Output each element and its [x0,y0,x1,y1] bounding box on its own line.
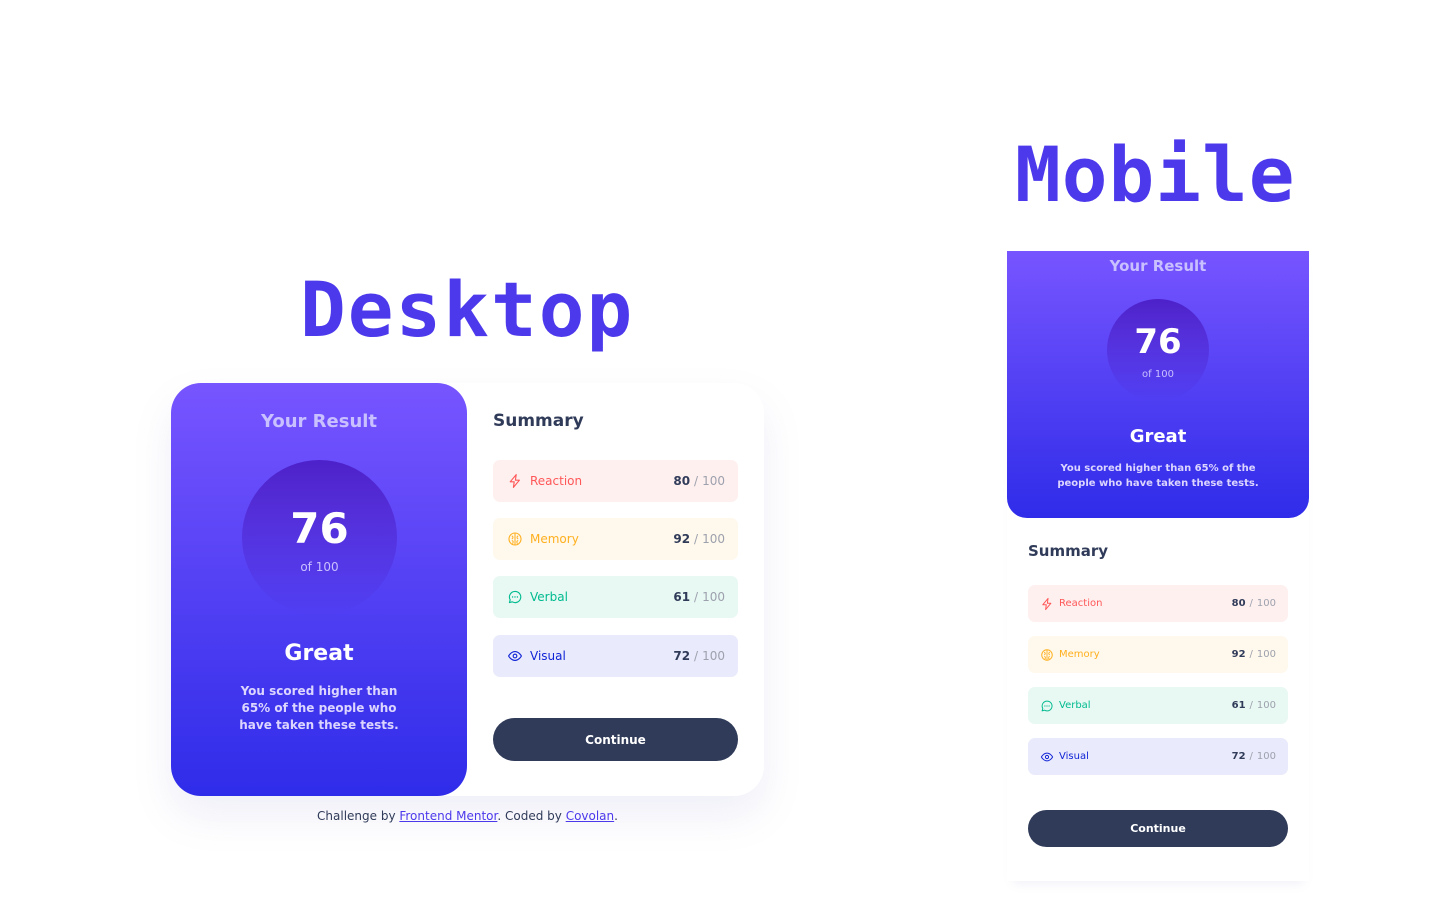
continue-button[interactable]: Continue [493,718,738,761]
author-link[interactable]: Covolan [566,809,614,823]
score-value: 76 [1134,322,1182,362]
summary-item-memory: Memory 92 / 100 [493,518,738,560]
result-panel: Your Result 76 of 100 Great You scored h… [1007,251,1309,518]
score-separator: / [694,532,699,546]
summary-item-total: 100 [702,649,725,663]
result-panel: Your Result 76 of 100 Great You scored h… [171,383,467,796]
score-of-total: of 100 [300,560,339,574]
summary-list: Reaction 80 / 100 Memory 92 / 100 Verbal… [1028,585,1288,789]
result-title: Your Result [260,411,378,432]
summary-item-label: Visual [1059,751,1089,762]
result-description: You scored higher than 65% of the people… [1057,463,1259,489]
score-separator: / [694,649,699,663]
summary-item-score: 61 [673,590,691,604]
eye-icon [1040,750,1054,764]
lightning-icon [507,473,523,489]
attribution-middle: . Coded by [497,809,566,823]
score-circle: 76 of 100 [242,460,397,615]
summary-item-total: 100 [702,474,725,488]
summary-item-score: 80 [673,474,691,488]
summary-item-label: Memory [1059,649,1100,660]
verdict: Great [284,641,354,666]
summary-item-visual: Visual 72 / 100 [493,635,738,677]
summary-item-score: 92 [1231,649,1246,660]
desktop-results-card: Your Result 76 of 100 Great You scored h… [171,383,764,796]
summary-item-total: 100 [1256,700,1276,711]
attribution-suffix: . [614,809,618,823]
mobile-heading: Mobile [1015,130,1296,219]
score-separator: / [1249,598,1253,609]
summary-item-total: 100 [1256,751,1276,762]
score-value: 76 [290,504,349,553]
summary-item-total: 100 [702,590,725,604]
summary-item-visual: Visual 72 / 100 [1028,738,1288,775]
score-separator: / [694,474,699,488]
result-description: You scored higher than 65% of the people… [239,684,399,732]
continue-button[interactable]: Continue [1028,810,1288,847]
summary-item-reaction: Reaction 80 / 100 [493,460,738,502]
summary-item-score: 72 [1231,751,1246,762]
score-separator: / [694,590,699,604]
summary-item-label: Memory [530,532,579,546]
summary-item-verbal: Verbal 61 / 100 [1028,687,1288,724]
frontend-mentor-link[interactable]: Frontend Mentor [399,809,497,823]
mobile-results-card: Your Result 76 of 100 Great You scored h… [1007,251,1309,881]
result-title: Your Result [1109,257,1207,275]
eye-icon [507,648,523,664]
summary-title: Summary [1028,542,1109,560]
summary-item-label: Verbal [530,590,568,604]
summary-list: Reaction 80 / 100 Memory 92 / 100 Verbal… [493,460,738,693]
chat-bubble-icon [1040,699,1054,713]
desktop-heading: Desktop [300,265,635,354]
score-of-total: of 100 [1142,369,1174,380]
summary-item-total: 100 [1256,598,1276,609]
brain-icon [1040,648,1054,662]
attribution: Challenge by Frontend Mentor. Coded by C… [171,809,764,823]
summary-item-score: 80 [1231,598,1246,609]
summary-item-label: Reaction [530,474,583,488]
chat-bubble-icon [507,589,523,605]
verdict: Great [1129,426,1187,447]
score-separator: / [1249,649,1253,660]
summary-item-score: 92 [673,532,691,546]
summary-item-reaction: Reaction 80 / 100 [1028,585,1288,622]
summary-item-label: Visual [530,649,566,663]
attribution-prefix: Challenge by [317,809,400,823]
score-separator: / [1249,751,1253,762]
score-circle: 76 of 100 [1107,299,1209,401]
lightning-icon [1040,597,1054,611]
summary-item-label: Verbal [1059,700,1091,711]
summary-item-verbal: Verbal 61 / 100 [493,576,738,618]
summary-item-score: 72 [673,649,691,663]
summary-item-memory: Memory 92 / 100 [1028,636,1288,673]
summary-item-score: 61 [1231,700,1246,711]
summary-item-total: 100 [1256,649,1276,660]
summary-item-label: Reaction [1059,598,1103,609]
score-separator: / [1249,700,1253,711]
summary-title: Summary [493,411,584,431]
brain-icon [507,531,523,547]
summary-item-total: 100 [702,532,725,546]
